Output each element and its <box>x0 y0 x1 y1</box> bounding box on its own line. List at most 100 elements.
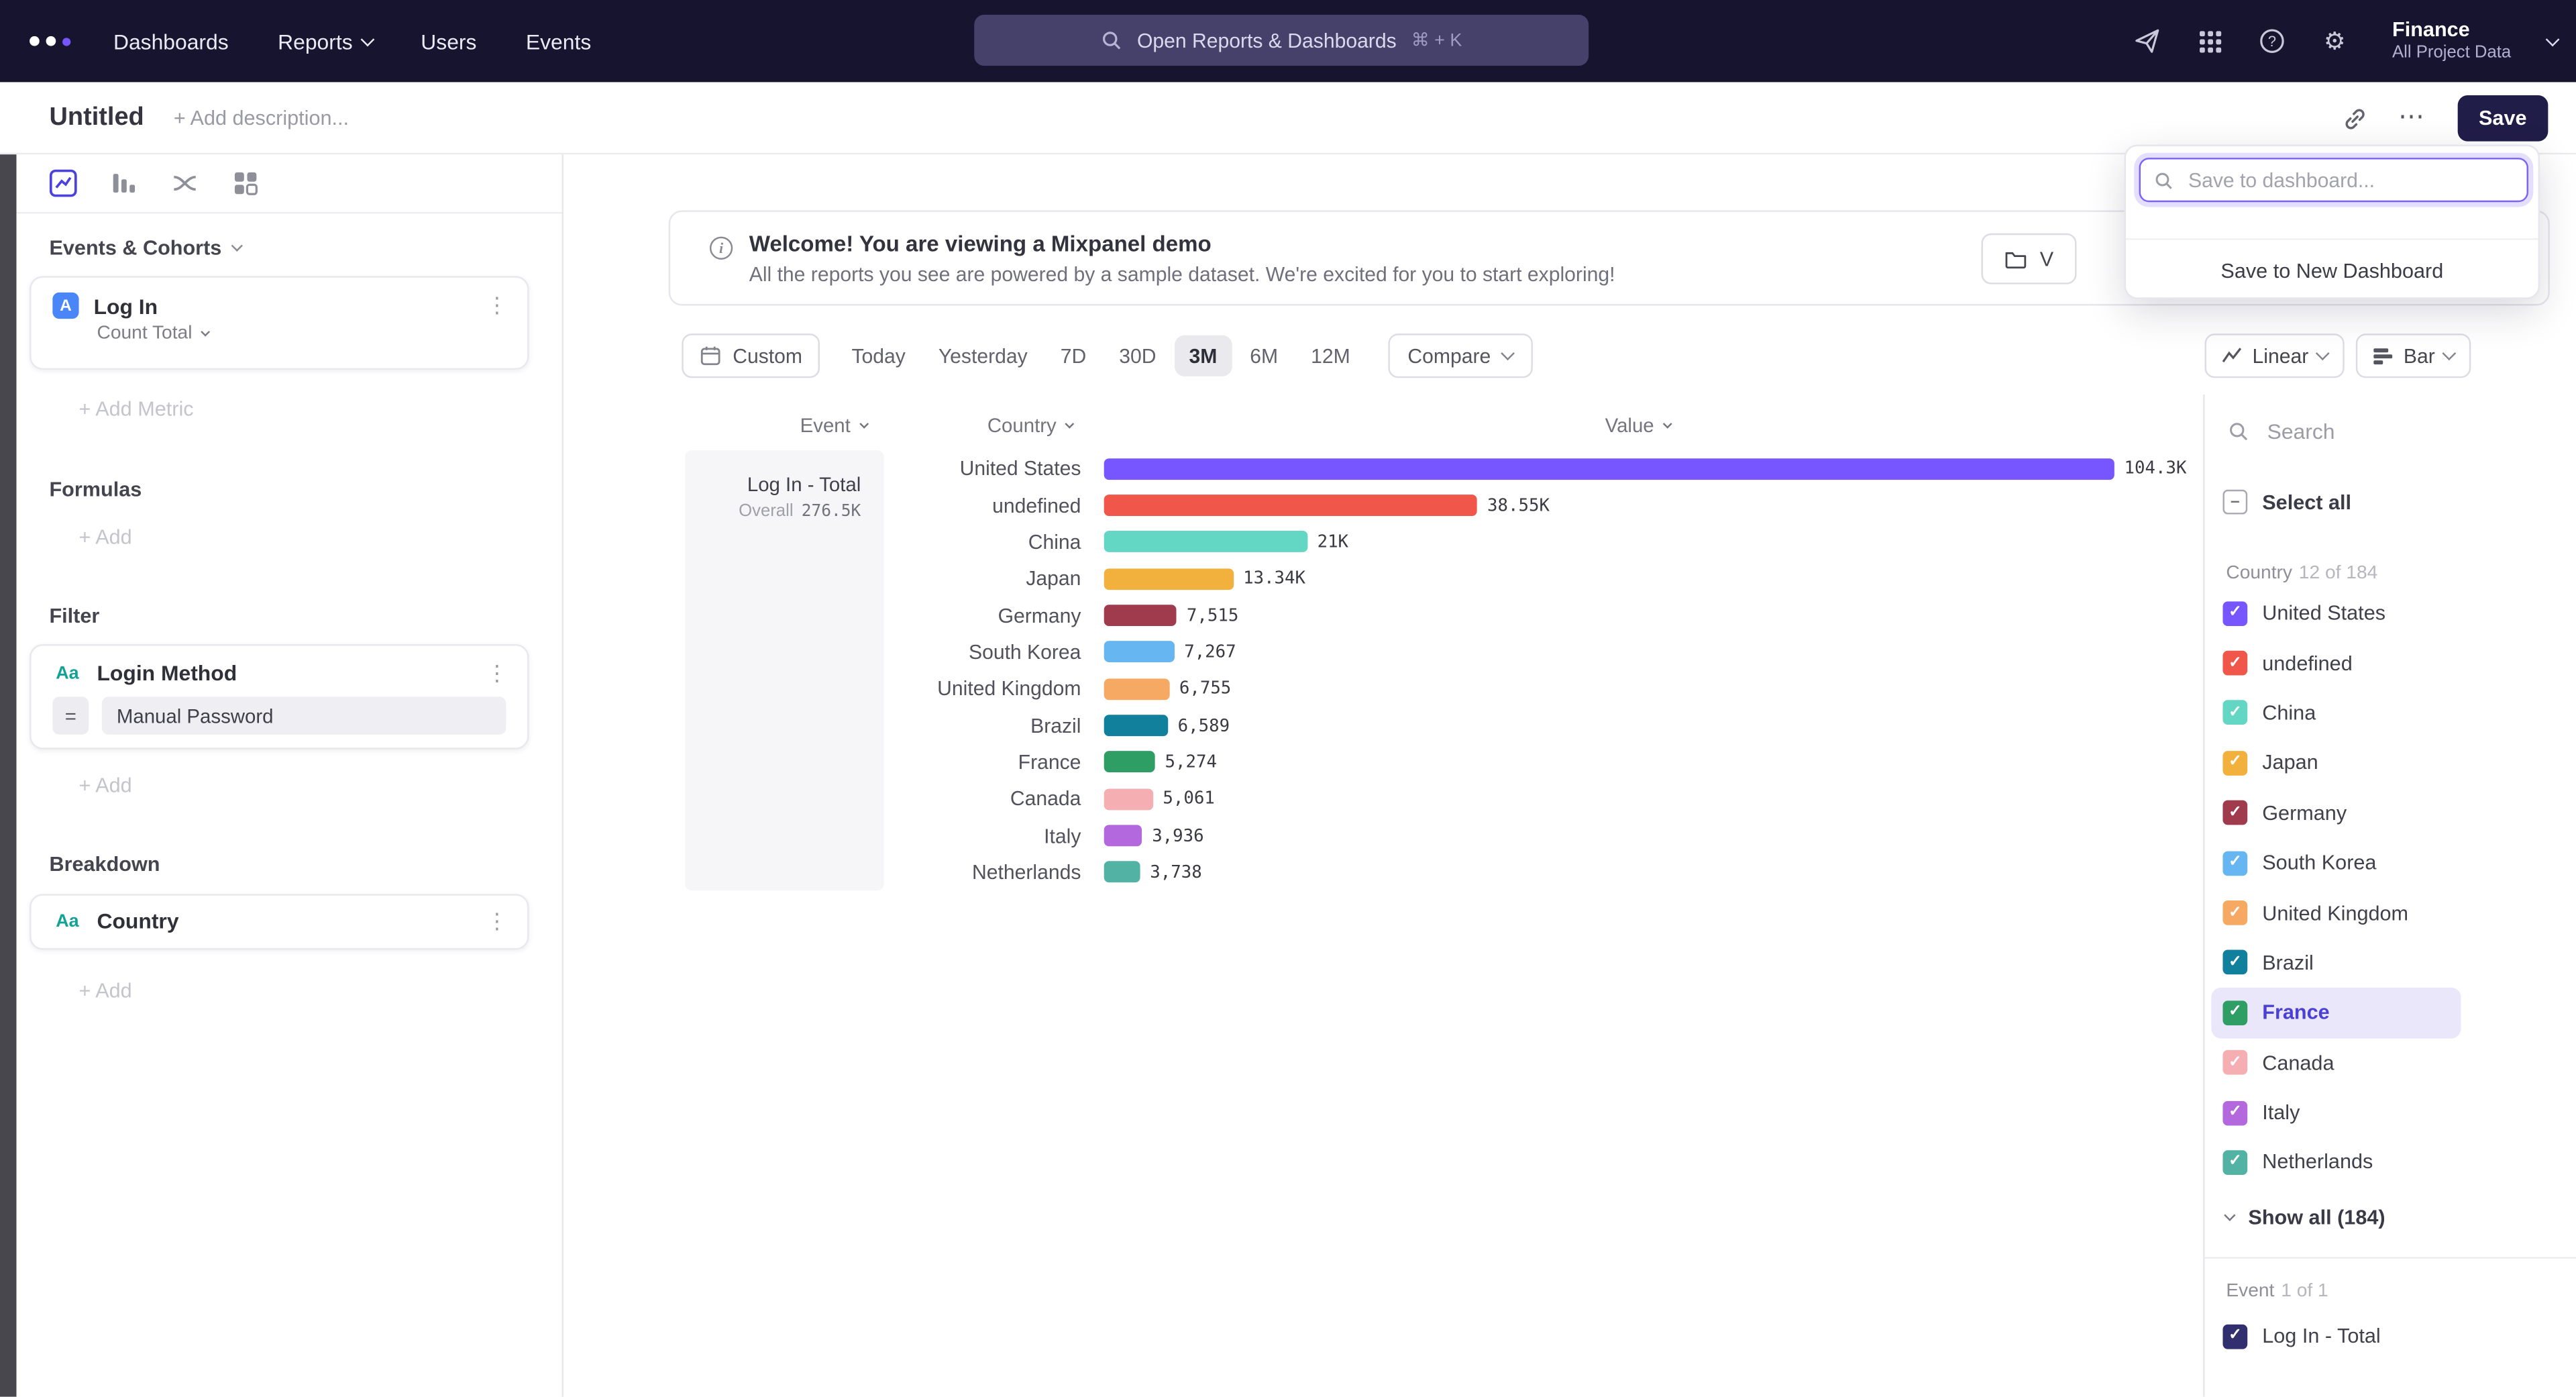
legend-checkbox[interactable]: ✓ <box>2222 1150 2247 1175</box>
date-range-7d[interactable]: 7D <box>1046 335 1102 376</box>
report-title[interactable]: Untitled <box>49 103 144 132</box>
value-bar[interactable] <box>1104 531 1307 553</box>
add-breakdown-button[interactable]: + Add <box>79 980 132 1002</box>
global-search-button[interactable]: Open Reports & Dashboards ⌘ + K <box>974 15 1589 66</box>
legend-checkbox[interactable]: ✓ <box>2222 651 2247 676</box>
value-bar[interactable] <box>1104 788 1153 810</box>
legend-item-south-korea[interactable]: ✓South Korea <box>2211 838 2461 888</box>
date-range-12m[interactable]: 12M <box>1296 335 1365 376</box>
legend-item-germany[interactable]: ✓Germany <box>2211 788 2461 837</box>
legend-checkbox[interactable]: ✓ <box>2222 1100 2247 1125</box>
metric-card-log-in[interactable]: A Log In ⋮ Count Total <box>30 276 529 370</box>
date-range-6m[interactable]: 6M <box>1235 335 1293 376</box>
breakdown-card-country[interactable]: Aa Country ⋮ <box>30 894 529 949</box>
tab-flows[interactable] <box>171 169 199 197</box>
banner-action-button[interactable]: V <box>1981 234 2077 284</box>
date-range-custom[interactable]: Custom <box>682 333 820 378</box>
tab-insights[interactable] <box>49 169 77 197</box>
legend-checkbox[interactable]: ✓ <box>2222 601 2247 626</box>
dashboard-search-input[interactable] <box>2185 167 2489 193</box>
project-switcher[interactable]: Finance All Project Data <box>2392 18 2511 64</box>
chart-type-selector[interactable]: Bar <box>2356 333 2471 378</box>
legend-item-japan[interactable]: ✓Japan <box>2211 738 2461 788</box>
nav-users[interactable]: Users <box>421 29 476 54</box>
value-bar[interactable] <box>1104 715 1168 736</box>
value-bar[interactable] <box>1104 641 1175 663</box>
add-filter-button[interactable]: + Add <box>79 774 132 796</box>
save-to-new-dashboard-item[interactable]: Save to New Dashboard <box>2126 238 2538 301</box>
column-header-value[interactable]: Value <box>1605 414 1671 437</box>
legend-checkbox[interactable]: ✓ <box>2222 751 2247 776</box>
dashboard-search-box[interactable] <box>2139 158 2528 202</box>
value-bar[interactable] <box>1104 568 1234 590</box>
legend-checkbox[interactable]: ✓ <box>2222 900 2247 925</box>
more-options-button[interactable]: ⋯ <box>2398 110 2426 126</box>
settings-gear-icon[interactable]: ⚙ <box>2320 26 2349 56</box>
legend-item-united-states[interactable]: ✓United States <box>2211 588 2461 638</box>
chevron-down-icon[interactable] <box>2545 32 2558 45</box>
compare-button[interactable]: Compare <box>1388 333 1533 378</box>
legend-checkbox[interactable]: ✓ <box>2222 951 2247 976</box>
show-all-button[interactable]: Show all (184) <box>2226 1206 2385 1229</box>
filter-value-field[interactable]: Manual Password <box>102 696 506 734</box>
value-bar[interactable] <box>1104 458 2114 479</box>
legend-checkbox[interactable]: ✓ <box>2222 800 2247 825</box>
filter-operator[interactable]: = <box>52 696 89 734</box>
value-bar[interactable] <box>1104 825 1142 847</box>
aggregation-selector[interactable]: Count Total <box>97 323 208 343</box>
legend-item-log-in-total[interactable]: ✓ Log In - Total <box>2222 1311 2380 1360</box>
indeterminate-checkbox[interactable]: – <box>2222 490 2247 515</box>
tab-retention[interactable] <box>231 169 260 197</box>
filter-menu-button[interactable]: ⋮ <box>486 663 508 682</box>
add-description-field[interactable]: + Add description... <box>174 106 349 129</box>
legend-item-china[interactable]: ✓China <box>2211 688 2461 738</box>
legend-item-undefined[interactable]: ✓undefined <box>2211 638 2461 688</box>
column-header-country[interactable]: Country <box>987 414 1073 437</box>
nav-dashboards[interactable]: Dashboards <box>113 29 229 54</box>
date-range-today[interactable]: Today <box>837 335 920 376</box>
legend-item-united-kingdom[interactable]: ✓United Kingdom <box>2211 888 2461 937</box>
value-bar[interactable] <box>1104 862 1140 883</box>
metric-name: Log In <box>94 293 486 318</box>
date-range-3m[interactable]: 3M <box>1174 335 1232 376</box>
tab-funnels[interactable] <box>110 169 138 197</box>
legend-search-input[interactable] <box>2264 417 2510 446</box>
legend-checkbox[interactable]: ✓ <box>2222 1050 2247 1075</box>
value-bar[interactable] <box>1104 678 1169 700</box>
select-all-toggle[interactable]: – Select all <box>2222 490 2351 515</box>
chart-row-brazil: Brazil6,589 <box>564 707 2206 744</box>
line-style-selector[interactable]: Linear <box>2205 333 2344 378</box>
legend-checkbox[interactable]: ✓ <box>2222 1000 2247 1025</box>
legend-item-brazil[interactable]: ✓Brazil <box>2211 938 2461 988</box>
save-button[interactable]: Save <box>2457 95 2548 142</box>
metric-menu-button[interactable]: ⋮ <box>486 296 508 315</box>
breakdown-menu-button[interactable]: ⋮ <box>486 911 508 931</box>
help-icon[interactable]: ? <box>2257 26 2287 56</box>
mixpanel-logo-icon[interactable] <box>30 36 70 46</box>
copy-link-icon[interactable] <box>2343 106 2367 131</box>
date-range-30d[interactable]: 30D <box>1104 335 1171 376</box>
legend-search[interactable] <box>2228 417 2510 446</box>
filter-card-login-method[interactable]: Aa Login Method ⋮ = Manual Password <box>30 644 529 749</box>
column-label: Event <box>800 414 851 437</box>
section-events-cohorts[interactable]: Events & Cohorts <box>49 237 240 260</box>
send-icon[interactable] <box>2133 26 2162 56</box>
banner-subtitle: All the reports you see are powered by a… <box>749 263 1615 286</box>
nav-events[interactable]: Events <box>526 29 591 54</box>
nav-reports[interactable]: Reports <box>278 29 372 54</box>
legend-checkbox[interactable]: ✓ <box>2222 701 2247 725</box>
add-metric-button[interactable]: + Add Metric <box>79 398 194 421</box>
legend-item-netherlands[interactable]: ✓Netherlands <box>2211 1137 2461 1187</box>
add-formula-button[interactable]: + Add <box>79 526 132 549</box>
apps-grid-icon[interactable] <box>2195 26 2224 56</box>
legend-item-italy[interactable]: ✓Italy <box>2211 1088 2461 1137</box>
value-bar[interactable] <box>1104 605 1177 626</box>
legend-checkbox[interactable]: ✓ <box>2222 851 2247 876</box>
date-range-yesterday[interactable]: Yesterday <box>924 335 1042 376</box>
column-header-event[interactable]: Event <box>800 414 867 437</box>
legend-item-canada[interactable]: ✓Canada <box>2211 1038 2461 1088</box>
legend-checkbox[interactable]: ✓ <box>2222 1324 2247 1349</box>
value-bar[interactable] <box>1104 495 1478 516</box>
legend-item-france[interactable]: ✓France <box>2211 988 2461 1037</box>
value-bar[interactable] <box>1104 752 1155 773</box>
